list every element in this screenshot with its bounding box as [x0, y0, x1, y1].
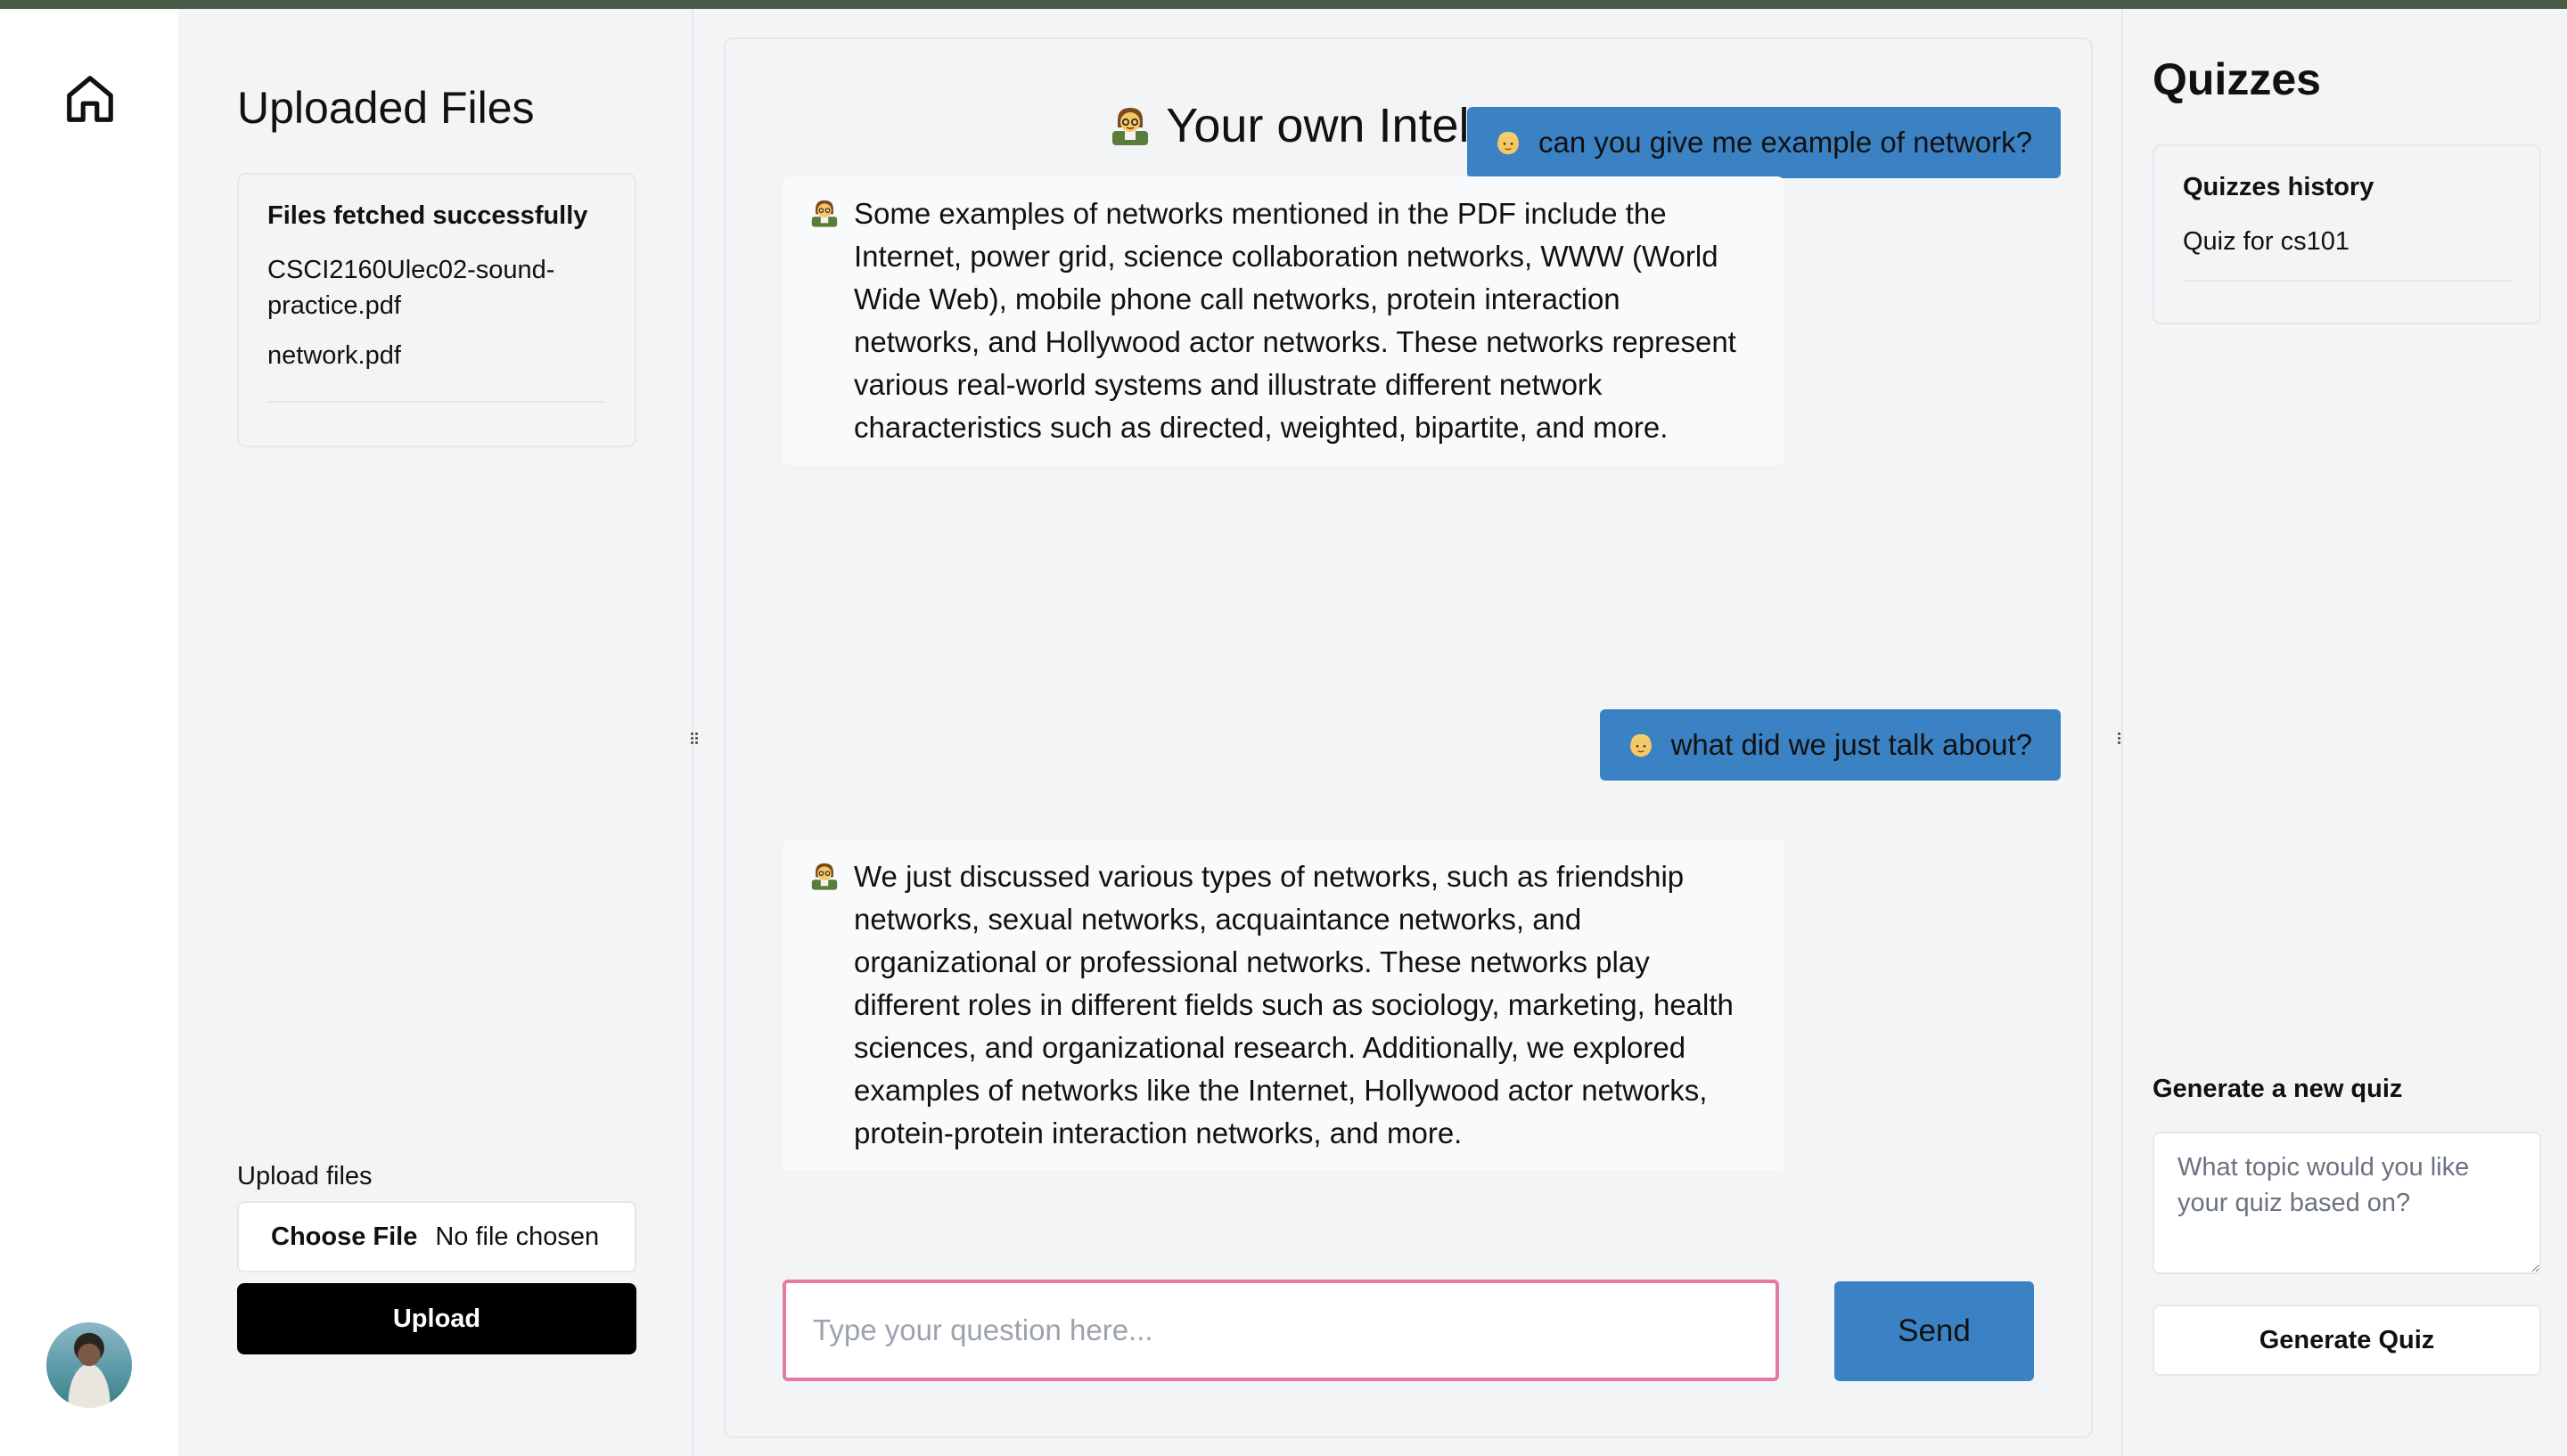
- tutor-message-text: We just discussed various types of netwo…: [854, 860, 1734, 1149]
- person-emoji-icon: [1629, 734, 1652, 757]
- tutor-message-text: Some examples of networks mentioned in t…: [854, 197, 1736, 444]
- top-accent-bar: [0, 0, 2567, 9]
- files-panel: Uploaded Files Files fetched successfull…: [178, 9, 693, 1456]
- quiz-topic-input[interactable]: [2153, 1132, 2541, 1274]
- teacher-emoji-icon: [811, 863, 838, 890]
- drag-handle-icon[interactable]: [690, 727, 699, 748]
- chat-panel: Your own Intelligent Tutor can you give …: [724, 37, 2093, 1438]
- generate-quiz-button[interactable]: Generate Quiz: [2153, 1305, 2541, 1376]
- files-divider: [267, 401, 606, 403]
- user-message-text: can you give me example of network?: [1538, 126, 2032, 159]
- generate-quiz-label: Generate a new quiz: [2153, 1075, 2403, 1103]
- quizzes-history-card: Quizzes history Quiz for cs101: [2153, 144, 2541, 324]
- file-item[interactable]: CSCI2160Ulec02-sound-practice.pdf: [267, 252, 606, 323]
- send-button[interactable]: Send: [1834, 1281, 2034, 1381]
- user-message: can you give me example of network?: [1467, 107, 2061, 178]
- choose-file-button[interactable]: Choose File: [271, 1223, 417, 1252]
- files-status: Files fetched successfully: [267, 201, 588, 230]
- icon-rail: [0, 9, 178, 1456]
- upload-label: Upload files: [237, 1162, 373, 1190]
- quiz-history-item[interactable]: Quiz for cs101: [2183, 227, 2511, 257]
- tutor-message: We just discussed various types of netwo…: [783, 839, 1784, 1171]
- file-chosen-text: No file chosen: [435, 1222, 600, 1251]
- files-title: Uploaded Files: [237, 83, 535, 133]
- teacher-emoji-icon: [811, 200, 838, 227]
- quiz-divider: [2183, 280, 2511, 282]
- upload-button[interactable]: Upload: [237, 1283, 636, 1354]
- quizzes-history-title: Quizzes history: [2183, 173, 2374, 201]
- teacher-emoji-icon: [1112, 108, 1149, 145]
- user-message-text: what did we just talk about?: [1670, 728, 2032, 761]
- quizzes-title: Quizzes: [2153, 54, 2321, 104]
- user-avatar[interactable]: [46, 1322, 132, 1408]
- tutor-message: Some examples of networks mentioned in t…: [783, 176, 1784, 465]
- quizzes-panel: Quizzes Quizzes history Quiz for cs101 G…: [2121, 9, 2567, 1456]
- user-message: what did we just talk about?: [1599, 709, 2061, 781]
- file-item[interactable]: network.pdf: [267, 338, 606, 373]
- home-icon[interactable]: [62, 71, 118, 127]
- person-emoji-icon: [1497, 132, 1520, 155]
- file-picker[interactable]: Choose File No file chosen: [237, 1201, 636, 1272]
- files-list-card: Files fetched successfully CSCI2160Ulec0…: [237, 173, 636, 447]
- question-input[interactable]: [783, 1280, 1779, 1381]
